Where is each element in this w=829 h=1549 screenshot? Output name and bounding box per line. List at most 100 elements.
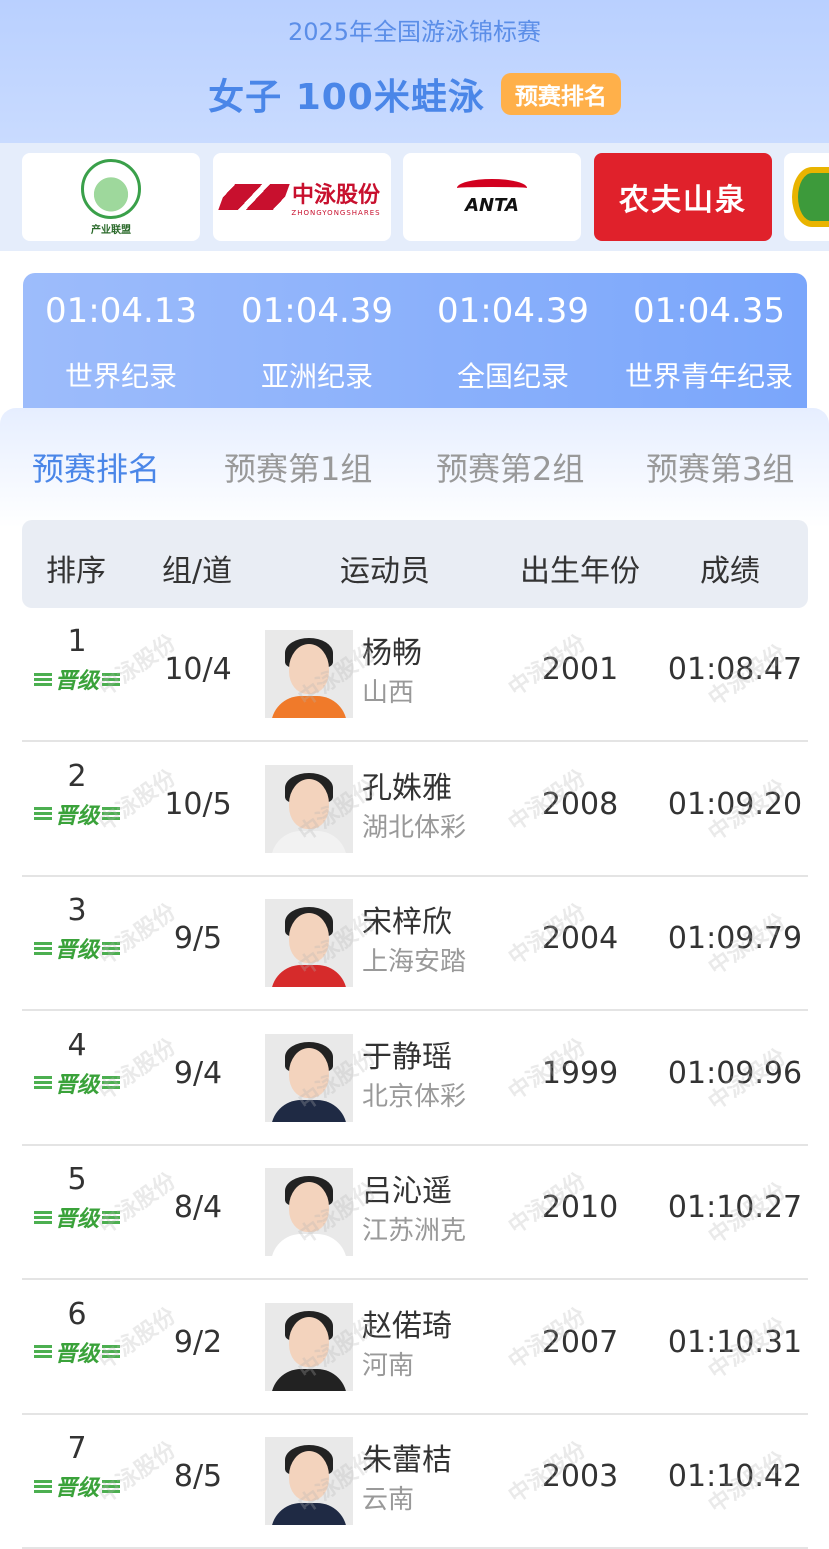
photo-shirt <box>271 830 347 853</box>
qualified-badge: 晋级 <box>32 799 122 829</box>
athlete-name[interactable]: 于静瑶 <box>362 1032 452 1076</box>
wing-right-icon <box>102 1350 120 1353</box>
sponsor-anta-logo[interactable]: ANTA <box>403 153 581 241</box>
col-rank: 排序 <box>46 554 106 589</box>
table-row[interactable]: 2 晋级 10/5 孔姝雅 湖北体彩 2008 01:09.20 中泳股份 中泳股份 中泳股份 中泳… <box>22 743 808 877</box>
photo-shirt <box>271 965 347 987</box>
tab-heat-2[interactable]: 预赛第2组 <box>436 444 584 490</box>
athlete-photo[interactable] <box>265 764 353 853</box>
birth-year: 2004 <box>541 921 619 956</box>
record-world: 01:04.13 世界纪录 <box>23 273 219 413</box>
table-row[interactable]: 6 晋级 9/2 赵偌琦 河南 2007 01:10.31 中泳股份 中泳股份 中泳股份 中泳股份 <box>22 1281 808 1415</box>
result-time: 01:10.42 <box>667 1459 803 1494</box>
tab-heats-ranking[interactable]: 预赛排名 <box>32 444 160 490</box>
record-national: 01:04.39 全国纪录 <box>415 273 611 413</box>
wing-right-icon <box>102 1215 120 1219</box>
birth-year: 2010 <box>541 1190 619 1225</box>
photo-face <box>289 644 329 694</box>
athlete-team: 河南 <box>362 1350 415 1381</box>
alliance-emblem-icon <box>81 158 141 219</box>
athlete-team: 山西 <box>362 678 415 708</box>
athlete-name[interactable]: 吕沁遥 <box>362 1166 452 1210</box>
qualified-label: 晋级 <box>54 1476 99 1501</box>
page-header: 2025年全国游泳锦标赛 女子 100米蛙泳 预赛排名 <box>0 0 829 143</box>
sponsor-carousel[interactable]: 产业联盟 中泳股份 ZHONGYONGSHARES ANTA 农夫山泉 <box>0 143 829 251</box>
table-row[interactable]: 4 晋级 9/4 于静瑶 北京体彩 1999 01:09.96 中泳股份 中泳股份 中泳股份 中泳股… <box>22 1012 808 1146</box>
athlete-team: 湖北体彩 <box>362 812 467 843</box>
athlete-name[interactable]: 孔姝雅 <box>362 763 452 807</box>
nongfu-word: 农夫山泉 <box>619 183 747 218</box>
photo-shirt <box>271 1368 347 1391</box>
wing-right-icon <box>102 946 120 950</box>
athlete-photo[interactable] <box>265 1168 353 1256</box>
table-row[interactable]: 3 晋级 9/5 宋梓欣 上海安踏 2004 01:09.79 中泳股份 中泳股份 中泳股份 中泳股… <box>22 877 808 1011</box>
athlete-photo[interactable] <box>265 630 353 718</box>
photo-face <box>289 1047 329 1098</box>
rank-number: 4 <box>67 1027 87 1063</box>
qualified-badge: 晋级 <box>32 1471 122 1501</box>
partial-logo-icon <box>792 167 829 227</box>
record-world-junior: 01:04.35 世界青年纪录 <box>611 273 807 413</box>
results-panel: 预赛排名 预赛第1组 预赛第2组 预赛第3组 排序 组/道 运动员 出生年份 成… <box>0 408 829 1549</box>
qualified-badge: 晋级 <box>32 1068 122 1098</box>
table-row[interactable]: 7 晋级 8/5 朱蕾桔 云南 2003 01:10.42 中泳股份 中泳股份 中泳股份 中泳股份 <box>22 1415 808 1549</box>
result-time: 01:10.31 <box>667 1324 803 1360</box>
tab-heat-1[interactable]: 预赛第1组 <box>224 444 372 490</box>
table-row[interactable]: 1 晋级 10/4 杨畅 山西 2001 01:08.47 中泳股份 中泳股份 中泳股份 中泳股份 <box>22 608 808 742</box>
heat-lane: 9/4 <box>173 1055 223 1091</box>
birth-year: 1999 <box>541 1055 619 1091</box>
qualified-badge: 晋级 <box>32 1202 122 1232</box>
records-panel: 01:04.13 世界纪录 01:04.39 亚洲纪录 01:04.39 全国纪… <box>23 273 807 413</box>
alliance-caption: 产业联盟 <box>91 224 131 236</box>
sponsor-zhongyong-logo[interactable]: 中泳股份 ZHONGYONGSHARES <box>213 153 391 241</box>
photo-face <box>289 913 329 963</box>
athlete-name[interactable]: 宋梓欣 <box>362 897 452 941</box>
birth-year: 2001 <box>541 652 619 687</box>
rank-number: 3 <box>67 893 87 928</box>
table-row[interactable]: 5 晋级 8/4 吕沁遥 江苏洲克 2010 01:10.27 中泳股份 中泳股份 中泳股份 中泳股… <box>22 1146 808 1280</box>
athlete-name[interactable]: 朱蕾桔 <box>362 1435 452 1479</box>
birth-year: 2007 <box>541 1324 619 1360</box>
heat-tabs: 预赛排名 预赛第1组 预赛第2组 预赛第3组 <box>0 444 829 540</box>
record-label: 亚洲纪录 <box>260 360 373 393</box>
record-label: 全国纪录 <box>456 360 569 393</box>
sponsor-nongfu-logo[interactable]: 农夫山泉 <box>594 153 772 241</box>
athlete-name[interactable]: 赵偌琦 <box>362 1301 452 1345</box>
photo-face <box>289 778 329 829</box>
tab-heat-3[interactable]: 预赛第3组 <box>646 444 794 490</box>
rank-number: 7 <box>67 1431 87 1466</box>
result-time: 01:09.79 <box>667 921 803 956</box>
wing-left-icon <box>33 1350 52 1353</box>
sponsor-alliance-logo[interactable]: 产业联盟 <box>22 153 200 241</box>
birth-year: 2008 <box>541 786 619 822</box>
table-header: 排序 组/道 运动员 出生年份 成绩 <box>22 520 808 608</box>
qualified-label: 晋级 <box>54 1207 99 1232</box>
heat-lane: 8/4 <box>173 1190 223 1225</box>
page-title: 女子 100米蛙泳 <box>208 77 485 118</box>
wing-right-icon <box>102 1081 120 1084</box>
heat-lane: 9/5 <box>173 921 223 956</box>
qualified-badge: 晋级 <box>32 664 122 694</box>
result-time: 01:09.20 <box>667 786 803 822</box>
qualified-label: 晋级 <box>54 938 99 963</box>
zhongyong-en: ZHONGYONGSHARES <box>291 209 381 217</box>
col-birth-year: 出生年份 <box>520 554 640 589</box>
record-time: 01:04.13 <box>44 291 198 331</box>
sponsor-partial-logo[interactable] <box>784 153 829 241</box>
record-time: 01:04.39 <box>240 291 394 331</box>
athlete-photo[interactable] <box>265 1302 353 1391</box>
athlete-photo[interactable] <box>265 1437 353 1525</box>
qualified-badge: 晋级 <box>32 933 122 963</box>
record-label: 世界纪录 <box>64 360 177 393</box>
qualified-label: 晋级 <box>54 1072 99 1098</box>
photo-face <box>289 1182 329 1232</box>
athlete-photo[interactable] <box>265 899 353 987</box>
heat-lane: 8/5 <box>173 1459 223 1494</box>
athlete-name[interactable]: 杨畅 <box>362 628 422 672</box>
wing-left-icon <box>33 1215 52 1219</box>
athlete-photo[interactable] <box>265 1033 353 1122</box>
photo-shirt <box>271 696 347 718</box>
wing-left-icon <box>33 677 52 681</box>
rank-number: 6 <box>67 1296 87 1332</box>
zhongyong-cn: 中泳股份 <box>291 183 380 208</box>
